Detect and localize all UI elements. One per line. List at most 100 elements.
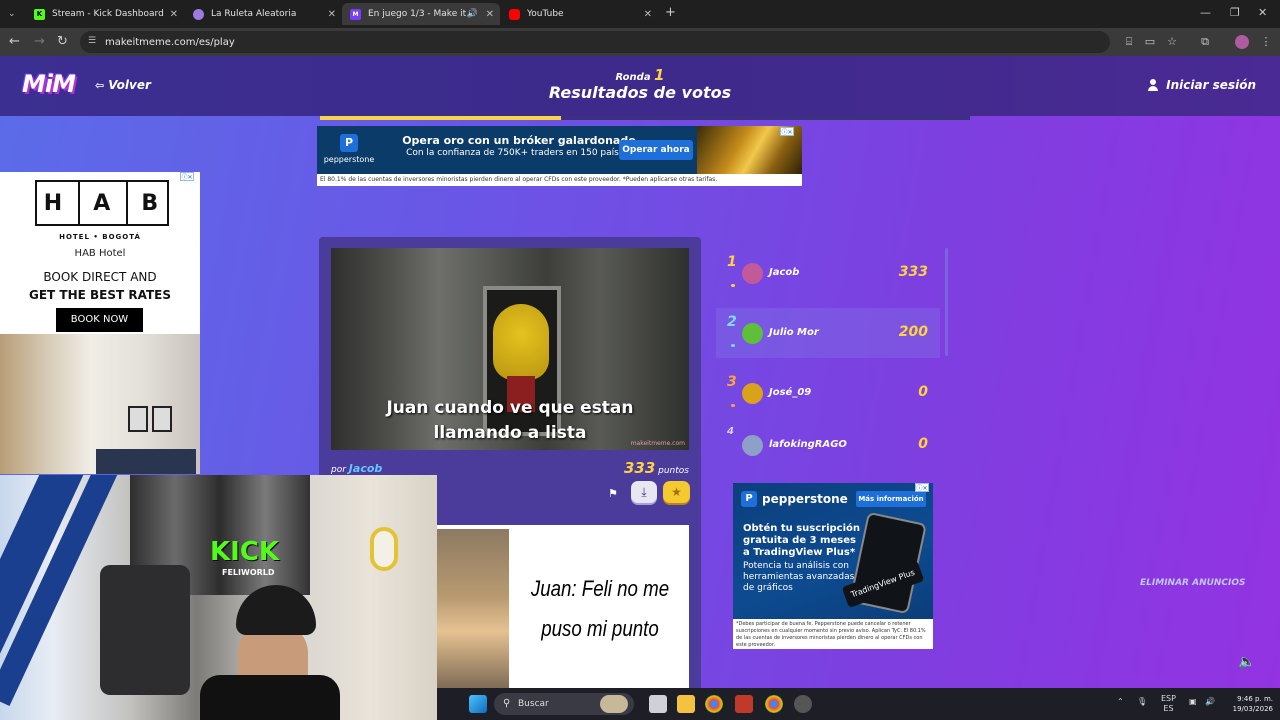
tradingview-ad[interactable]: Ppepperstone Más información ⓘ✕ Obtén tu… <box>733 483 933 649</box>
round-number: 1 <box>654 66 665 84</box>
round-label: Ronda <box>615 72 651 83</box>
ad-subline: Con la confianza de 750K+ traders en 150… <box>406 148 632 158</box>
login-label: Iniciar sesión <box>1166 78 1256 92</box>
file-explorer-icon[interactable] <box>677 695 695 713</box>
tab-title: YouTube <box>527 9 564 19</box>
scoreboard-row: 3 José_09 0 <box>716 368 940 418</box>
rank-dot <box>731 404 735 407</box>
profile-avatar[interactable] <box>1235 35 1249 49</box>
player-name: Jacob <box>769 267 800 278</box>
wall-frame <box>128 406 148 432</box>
windows-start-icon[interactable] <box>469 695 487 713</box>
tray-chevron-icon[interactable]: ⌃ <box>1117 697 1124 706</box>
chrome-active-icon[interactable] <box>765 695 783 713</box>
hotel-ad[interactable]: ⓘ✕ H A B HOTEL • BOGOTÁ HAB Hotel BOOK D… <box>0 172 200 474</box>
taskbar-search[interactable]: ⚲ Buscar <box>494 693 634 715</box>
next-meme-image: Juan: Feli no me puso mi punto <box>437 525 689 688</box>
gaming-chair <box>100 565 190 695</box>
obs-icon[interactable] <box>794 695 812 713</box>
pepperstone-logo: Ppepperstone <box>741 491 848 507</box>
microphone-icon[interactable]: 🎙 <box>1137 697 1147 706</box>
avatar <box>742 435 763 456</box>
sound-icon[interactable]: 🔈 <box>1238 654 1255 670</box>
translate-icon[interactable]: ⌸ <box>1122 35 1136 49</box>
mim-logo[interactable]: MiM <box>22 70 76 98</box>
close-icon[interactable]: ✕ <box>486 9 494 20</box>
avatar <box>742 263 763 284</box>
round-indicator: Ronda 1 <box>520 66 760 84</box>
wall-frame <box>152 406 172 432</box>
close-icon[interactable]: ✕ <box>328 9 336 20</box>
extensions-icon[interactable]: ⧉ <box>1198 35 1212 49</box>
adchoices-icon[interactable]: ⓘ✕ <box>915 483 929 492</box>
login-button[interactable]: Iniciar sesión <box>1148 78 1256 92</box>
ad-body: Potencia tu análisis con herramientas av… <box>743 561 855 593</box>
cast-icon[interactable]: ▭ <box>1143 35 1157 49</box>
language-indicator[interactable]: ESP ES <box>1161 694 1176 714</box>
task-view-icon[interactable] <box>649 695 667 713</box>
bed <box>96 449 196 474</box>
channel-name: FELIWORLD <box>222 568 275 577</box>
player-name: José_09 <box>769 387 812 398</box>
hotel-location: HOTEL • BOGOTÁ <box>59 233 141 241</box>
tab-kick-dashboard[interactable]: K Stream - Kick Dashboard ✕ <box>26 3 184 25</box>
player-score: 0 <box>918 436 928 452</box>
roulette-icon <box>193 8 204 20</box>
back-button[interactable]: ⇦ Volver <box>95 78 151 92</box>
tab-ruleta[interactable]: La Ruleta Aleatoria ✕ <box>185 3 342 25</box>
more-info-button[interactable]: Más información <box>856 491 926 507</box>
mim-icon: M <box>350 8 361 20</box>
restore-icon[interactable]: ❐ <box>1230 6 1240 19</box>
bookmark-star-icon[interactable]: ☆ <box>1165 35 1179 49</box>
meme-points: 333 puntos <box>624 459 689 477</box>
window-close-icon[interactable]: ✕ <box>1258 6 1267 19</box>
adchoices-icon[interactable]: ⓘ✕ <box>780 127 794 136</box>
minimize-icon[interactable]: — <box>1200 6 1211 19</box>
site-info-icon[interactable]: ☰ <box>88 36 99 47</box>
forward-arrow-icon[interactable]: → <box>34 34 45 49</box>
player-score: 333 <box>898 264 928 280</box>
rank: 2 <box>727 314 737 330</box>
report-flag-icon[interactable]: ⚑ <box>608 487 618 500</box>
menu-dots-icon[interactable]: ⋮ <box>1259 35 1273 49</box>
download-button[interactable]: ⤓ <box>631 481 657 503</box>
network-icon[interactable]: ▣ <box>1189 697 1197 706</box>
points-label: puntos <box>658 466 689 476</box>
lang-code: ESP <box>1161 694 1176 703</box>
scoreboard-scrollbar[interactable] <box>945 248 948 356</box>
exit-icon: ⇦ <box>95 78 105 92</box>
audio-icon[interactable]: 🔊 <box>467 9 478 19</box>
tab-search-button[interactable]: ⌄ <box>0 3 26 25</box>
close-icon[interactable]: ✕ <box>644 9 652 20</box>
url-text: makeitmeme.com/es/play <box>105 36 235 48</box>
volume-icon[interactable]: 🔊 <box>1205 697 1215 706</box>
app-icon[interactable] <box>735 695 753 713</box>
chrome-icon[interactable] <box>705 695 723 713</box>
player-score: 0 <box>918 384 928 400</box>
close-icon[interactable]: ✕ <box>170 9 178 20</box>
new-tab-icon[interactable]: + <box>665 5 676 20</box>
streamer-webcam: KICK FELIWORLD <box>0 475 437 720</box>
system-clock[interactable]: 9:46 p. m. 19/03/2026 <box>1223 694 1273 714</box>
favorite-button[interactable]: ★ <box>663 481 690 503</box>
tab-make-it-meme[interactable]: M En juego 1/3 - Make it Mem 🔊 ✕ <box>342 3 500 25</box>
url-field[interactable]: ☰ makeitmeme.com/es/play <box>80 31 1110 53</box>
top-ad-banner[interactable]: Ppepperstone Opera oro con un bróker gal… <box>317 126 802 186</box>
tab-youtube[interactable]: YouTube ✕ <box>501 3 658 25</box>
reload-icon[interactable]: ↻ <box>57 34 68 49</box>
rank: 3 <box>727 374 737 390</box>
game-header: MiM ⇦ Volver Ronda 1 Resultados de votos… <box>0 56 1280 116</box>
scoreboard: 1 Jacob 333 2 Julio Mor 200 3 José_09 0 … <box>716 248 948 468</box>
tab-title: En juego 1/3 - Make it Mem <box>368 9 468 19</box>
ad-cta-button[interactable]: Operar ahora <box>619 140 693 160</box>
meme-author: por Jacob <box>331 462 382 475</box>
user-icon <box>1148 79 1159 91</box>
remove-ads-link[interactable]: ELIMINAR ANUNCIOS <box>1140 578 1246 588</box>
back-arrow-icon[interactable]: ← <box>9 34 20 49</box>
page-title: Resultados de votos <box>548 83 732 102</box>
author-name: Jacob <box>348 462 383 475</box>
rank: 4 <box>727 426 734 437</box>
player-score: 200 <box>898 324 928 340</box>
adchoices-icon[interactable]: ⓘ✕ <box>180 172 194 181</box>
book-now-button[interactable]: BOOK NOW <box>56 308 143 332</box>
